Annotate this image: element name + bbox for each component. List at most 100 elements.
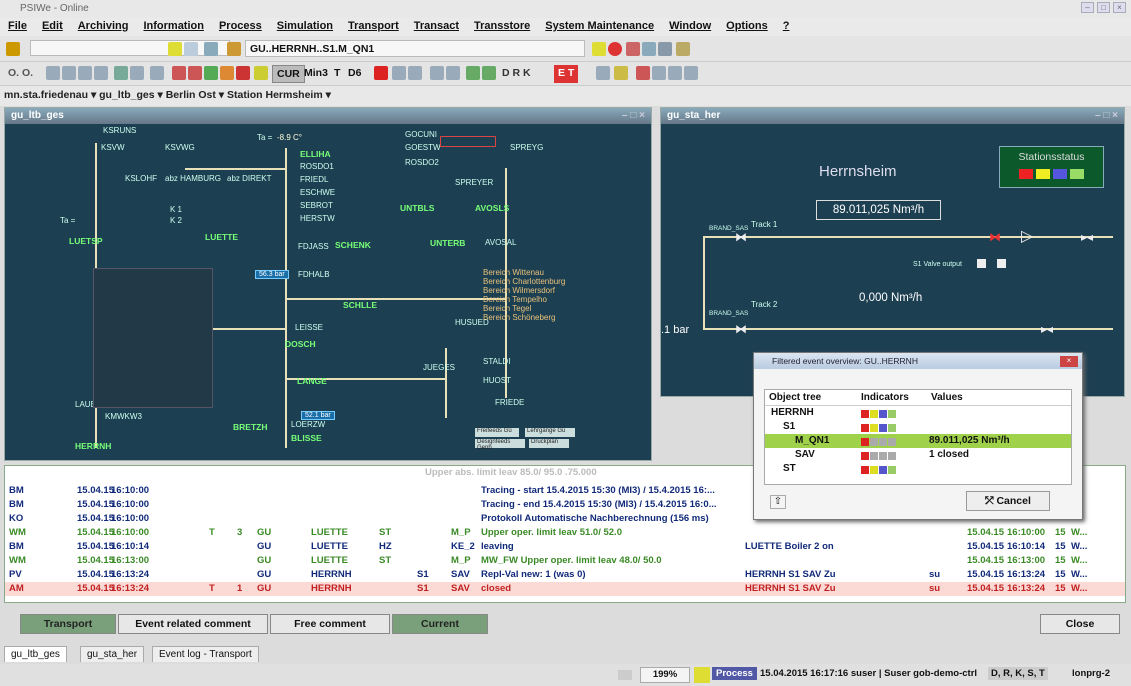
menu-file[interactable]: File: [8, 20, 27, 34]
node-label[interactable]: SCHENK: [335, 240, 371, 250]
sun-icon[interactable]: [220, 66, 234, 80]
doc2-icon[interactable]: [668, 66, 682, 80]
tab-gu-sta-her[interactable]: gu_sta_her: [80, 646, 145, 662]
node-label[interactable]: LUETTE: [205, 232, 238, 242]
table-row[interactable]: AM 15.04.15 16:13:24 T 1 GU HERRNH S1 SAV closed H…: [5, 582, 1125, 596]
event-comment-button[interactable]: Event related comment: [118, 614, 268, 634]
node-label[interactable]: STALDI: [483, 357, 510, 366]
folder2-icon[interactable]: [614, 66, 628, 80]
drk-buttons[interactable]: D R K: [498, 65, 535, 83]
node-label[interactable]: HUOST: [483, 376, 511, 385]
menu-system-maintenance[interactable]: System Maintenance: [545, 20, 654, 34]
menu-edit[interactable]: Edit: [42, 20, 63, 34]
node-label[interactable]: AVOSAL: [485, 238, 516, 247]
node-label[interactable]: ESCHWE: [300, 188, 335, 197]
link-icon[interactable]: [642, 42, 656, 56]
trend-icon[interactable]: [392, 66, 406, 80]
node-label[interactable]: LEISSE: [295, 323, 323, 332]
breadcrumb-item-2[interactable]: gu_ltb_ges: [99, 89, 154, 101]
valve-icon[interactable]: ⧓: [735, 322, 747, 336]
node-label[interactable]: JUEGES: [423, 363, 455, 372]
node-label[interactable]: KSLOHF: [125, 174, 157, 183]
up-arrow-icon[interactable]: ⇧: [770, 495, 786, 509]
node-label[interactable]: SEBROT: [300, 201, 333, 210]
zoom-level[interactable]: 199%: [640, 667, 690, 683]
filtered-event-dialog[interactable]: Filtered event overview: GU..HERRNH × Ob…: [753, 352, 1083, 520]
node-label[interactable]: abz HAMBURG: [165, 174, 221, 183]
menu-transstore[interactable]: Transstore: [474, 20, 530, 34]
navigate-icon[interactable]: [184, 42, 198, 56]
alarm-box[interactable]: [440, 136, 496, 147]
tree-item[interactable]: ST: [765, 462, 1071, 476]
cancel-button[interactable]: ⤱ Cancel: [966, 491, 1050, 511]
menu-transport[interactable]: Transport: [348, 20, 399, 34]
stop-icon[interactable]: [608, 42, 622, 56]
tab-event-log[interactable]: Event log - Transport: [152, 646, 259, 662]
dialog-close-icon[interactable]: ×: [1060, 356, 1078, 367]
grid-icon[interactable]: [94, 66, 108, 80]
pin-icon[interactable]: [676, 42, 690, 56]
table-icon[interactable]: [150, 66, 164, 80]
schematic-button[interactable]: Freifeeds Gü: [475, 428, 519, 437]
node-label[interactable]: ELLIHA: [300, 149, 331, 159]
node-label[interactable]: ROSDO1: [300, 162, 334, 171]
doc3-icon[interactable]: [684, 66, 698, 80]
table-row[interactable]: BM 15.04.15 16:10:14 GU LUETTE HZ KE_2 leaving L…: [5, 540, 1125, 554]
value-box[interactable]: 56.3 bar: [255, 270, 289, 279]
curve-icon[interactable]: [408, 66, 422, 80]
node-label[interactable]: FDHALB: [298, 270, 330, 279]
lock-icon[interactable]: [694, 667, 710, 683]
object-input-left[interactable]: [30, 40, 230, 56]
table-row[interactable]: WM 15.04.15 16:13:00 GU LUETTE ST M_P MW_FW Upp…: [5, 554, 1125, 568]
node-label[interactable]: HERRNH: [75, 441, 111, 451]
transport-button[interactable]: Transport: [20, 614, 116, 634]
breadcrumb-item-3[interactable]: Berlin Ost: [166, 89, 216, 101]
schematic-button[interactable]: Lehrgänge Gü: [525, 428, 575, 437]
object-path-input[interactable]: GU..HERRNH..S1.M_QN1: [245, 40, 585, 57]
open-icon[interactable]: [6, 42, 20, 56]
node-label[interactable]: GOESTW: [405, 143, 441, 152]
node-label[interactable]: HERSTW: [300, 214, 335, 223]
folder-icon[interactable]: [227, 42, 241, 56]
breadcrumb-item-4[interactable]: Station Hermsheim: [227, 89, 323, 101]
window-icon[interactable]: [596, 66, 610, 80]
col-object-tree[interactable]: Object tree: [769, 392, 861, 403]
node-label[interactable]: UNTERB: [430, 238, 465, 248]
node-label[interactable]: SPREYER: [455, 178, 493, 187]
tree-item[interactable]: HERRNH: [765, 406, 1071, 420]
node-label[interactable]: AVOSLS: [475, 203, 509, 213]
list-icon[interactable]: [204, 42, 218, 56]
schematic-window[interactable]: gu_ltb_ges – □ × KSRUNS KSVW KSVWG KSLOHF…: [4, 107, 652, 461]
node-label[interactable]: KSRUNS: [103, 126, 136, 135]
node-label[interactable]: LANGE: [297, 376, 327, 386]
valve-output-indicator[interactable]: [997, 259, 1006, 268]
menu-archiving[interactable]: Archiving: [78, 20, 129, 34]
breadcrumb-item-1[interactable]: mn.sta.friedenau: [4, 89, 88, 101]
min3-button[interactable]: Min3: [300, 65, 332, 83]
node-label[interactable]: LOERZW: [291, 420, 325, 429]
col-indicators[interactable]: Indicators: [861, 392, 931, 403]
node-label[interactable]: FRIEDE: [495, 398, 524, 407]
node-label[interactable]: GOCUNI: [405, 130, 437, 139]
bookmark-icon[interactable]: [592, 42, 606, 56]
doc-icon[interactable]: [652, 66, 666, 80]
menu-options[interactable]: Options: [726, 20, 768, 34]
node-label[interactable]: FDJASS: [298, 242, 329, 251]
clock-icon[interactable]: [636, 66, 650, 80]
current-button[interactable]: Current: [392, 614, 488, 634]
node-label[interactable]: BRETZH: [233, 422, 267, 432]
schematic-button[interactable]: Designfeeds Genb: [475, 439, 525, 451]
zoom-in-icon[interactable]: [46, 66, 60, 80]
node-label[interactable]: BLISSE: [291, 433, 322, 443]
t-button[interactable]: T: [330, 65, 344, 83]
valve-icon[interactable]: ⧓: [735, 230, 747, 244]
alarm-icon[interactable]: [626, 42, 640, 56]
zoom-fit-icon[interactable]: [78, 66, 92, 80]
record-icon[interactable]: [236, 66, 250, 80]
menu-process[interactable]: Process: [219, 20, 262, 34]
close-button[interactable]: Close: [1040, 614, 1120, 634]
network-icon[interactable]: [466, 66, 480, 80]
network2-icon[interactable]: [482, 66, 496, 80]
d6-button[interactable]: D6: [344, 65, 365, 83]
node-label[interactable]: UNTBLS: [400, 203, 434, 213]
